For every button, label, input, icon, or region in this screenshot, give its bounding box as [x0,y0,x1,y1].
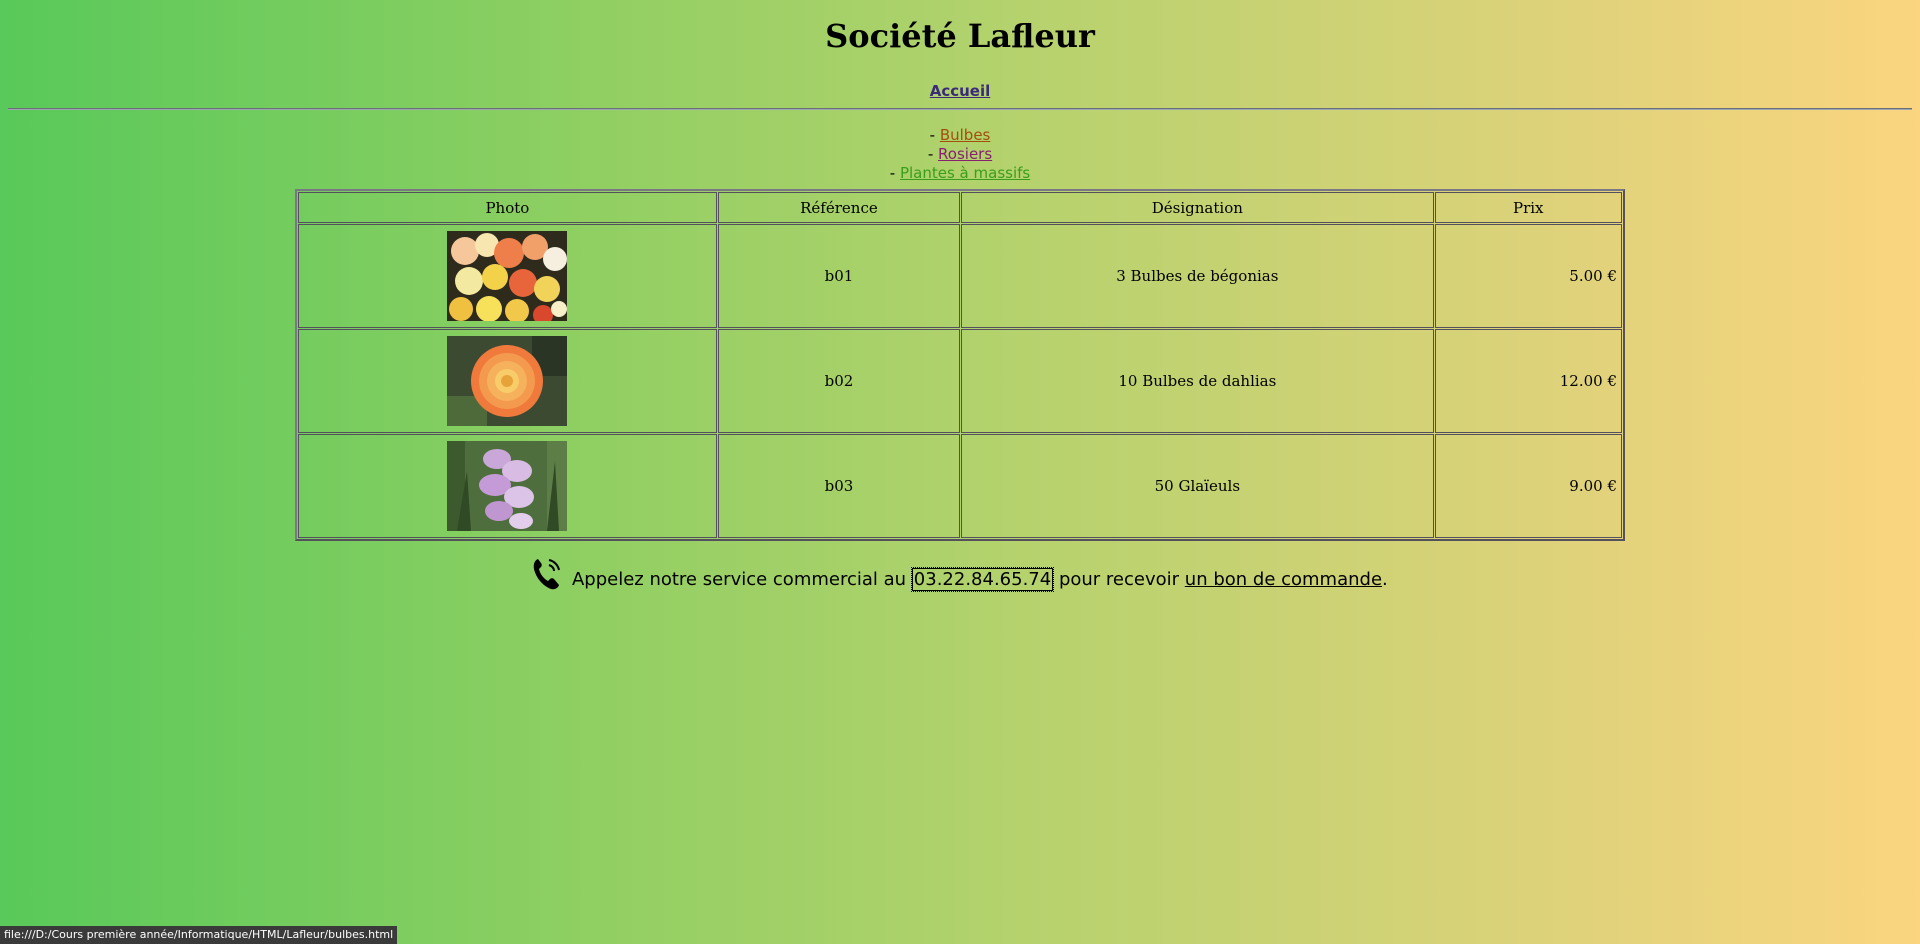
gladiolus-photo [447,441,568,531]
price-cell: 12.00 € [1434,329,1622,433]
price-cell: 9.00 € [1434,434,1622,538]
category-item-roses: - Rosiers [0,145,1920,164]
table-row: b02 10 Bulbes de dahlias 12.00 € [298,329,1622,433]
category-prefix: - [927,145,939,163]
reference-cell: b03 [717,434,961,538]
header-designation: Désignation [961,192,1434,223]
order-form-link[interactable]: un bon de commande [1185,569,1382,590]
designation-cell: 3 Bulbes de bégonias [961,224,1434,328]
category-prefix: - [929,126,940,144]
contact-text: Appelez notre service commercial au [571,569,907,590]
category-item-plants: - Plantes à massifs [0,164,1920,183]
header-reference: Référence [717,192,961,223]
table-row: b03 50 Glaïeuls 9.00 € [298,434,1622,538]
category-list: - Bulbes - Rosiers - Plantes à massifs [0,126,1920,183]
begonia-photo [447,231,568,321]
designation-cell: 10 Bulbes de dahlias [961,329,1434,433]
category-item-bulbs: - Bulbes [0,126,1920,145]
main-divider [8,108,1912,110]
home-nav: Accueil [0,82,1920,100]
category-link-bulbs[interactable]: Bulbes [940,126,991,144]
phone-number[interactable]: 03.22.84.65.74 [910,567,1055,592]
photo-cell [298,224,717,328]
table-row: b01 3 Bulbes de bégonias 5.00 € [298,224,1622,328]
header-price: Prix [1434,192,1622,223]
category-prefix: - [889,164,900,182]
category-link-plants[interactable]: Plantes à massifs [900,164,1030,182]
category-link-roses[interactable]: Rosiers [938,145,992,163]
contact-text-middle: pour recevoir [1058,569,1180,590]
photo-cell [298,434,717,538]
contact-line: Appelez notre service commercial au 03.2… [0,557,1920,596]
header-photo: Photo [298,192,717,223]
reference-cell: b02 [717,329,961,433]
status-bar-url: file:///D:/Cours première année/Informat… [0,926,398,944]
price-cell: 5.00 € [1434,224,1622,328]
designation-cell: 50 Glaïeuls [961,434,1434,538]
product-table: Photo Référence Désignation Prix b01 3 B… [295,189,1625,541]
dahlia-photo [447,336,568,426]
phone-icon [532,557,562,596]
photo-cell [298,329,717,433]
reference-cell: b01 [717,224,961,328]
table-header-row: Photo Référence Désignation Prix [298,192,1622,223]
page-title: Société Lafleur [825,17,1095,55]
contact-text-end: . [1382,569,1388,590]
home-link[interactable]: Accueil [930,82,991,100]
